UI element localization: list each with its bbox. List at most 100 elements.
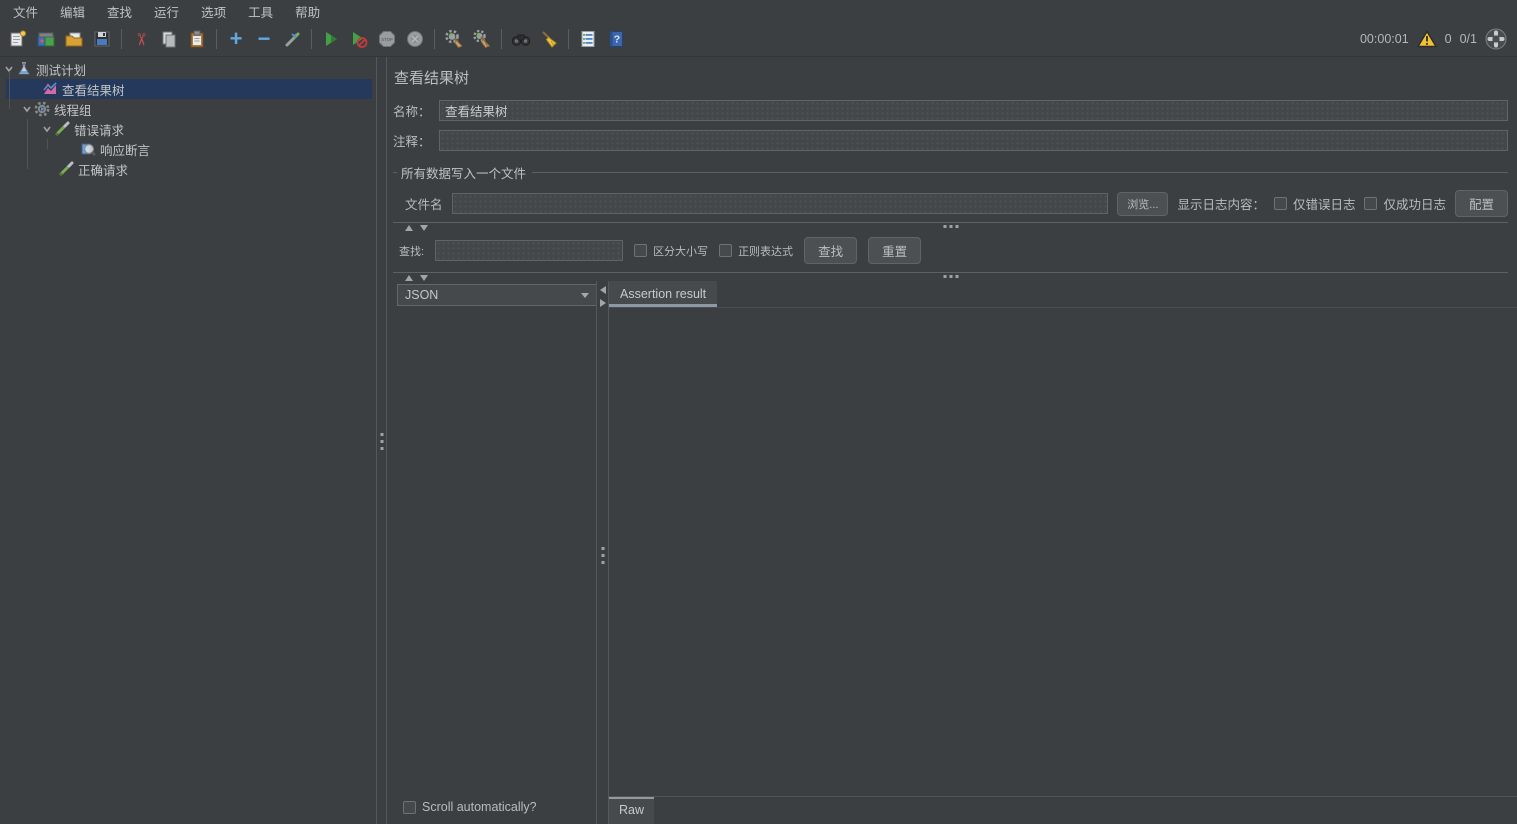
start-no-timers-icon xyxy=(349,29,369,49)
open-button[interactable] xyxy=(61,26,87,52)
tree-guide-line xyxy=(9,71,10,109)
copy-button[interactable] xyxy=(156,26,182,52)
menu-options[interactable]: 选项 xyxy=(190,0,237,24)
splitter-grip xyxy=(943,225,958,228)
filename-input[interactable] xyxy=(452,193,1109,214)
new-file-button[interactable] xyxy=(5,26,31,52)
tree-item-thread-group[interactable]: 线程组 xyxy=(0,99,376,119)
toolbar-separator xyxy=(568,29,569,49)
configure-button[interactable]: 配置 xyxy=(1455,190,1508,217)
render-mode-tab-bar: Raw xyxy=(609,796,1517,824)
tree-item-correct-request[interactable]: 正确请求 xyxy=(0,159,376,179)
start-no-timers-button[interactable] xyxy=(346,26,372,52)
collapse-up-icon[interactable] xyxy=(405,275,413,281)
checkbox-box[interactable] xyxy=(634,244,647,257)
browse-button[interactable]: 浏览... xyxy=(1117,192,1168,216)
regex-checkbox[interactable]: 正则表达式 xyxy=(719,243,793,259)
cut-button[interactable]: ✂ xyxy=(128,26,154,52)
reset-pencil-icon xyxy=(282,29,302,49)
tree-content-splitter[interactable] xyxy=(376,57,387,824)
add-button[interactable]: + xyxy=(223,26,249,52)
horizontal-splitter-top[interactable] xyxy=(393,222,1508,231)
templates-button[interactable] xyxy=(33,26,59,52)
clear-button[interactable] xyxy=(441,26,467,52)
active-threads-count: 0/1 xyxy=(1460,32,1477,46)
group-legend: 所有数据写入一个文件 xyxy=(401,163,526,182)
collapse-left-icon[interactable] xyxy=(600,286,606,294)
renderer-selected-value: JSON xyxy=(405,288,438,302)
function-helper-icon xyxy=(578,29,598,49)
tree-item-view-results-tree[interactable]: 查看结果树 xyxy=(6,79,372,99)
menu-help[interactable]: 帮助 xyxy=(284,0,331,24)
horizontal-splitter-bottom[interactable] xyxy=(393,272,1508,281)
help-button[interactable]: ? xyxy=(603,26,629,52)
menu-edit[interactable]: 编辑 xyxy=(49,0,96,24)
results-vertical-splitter[interactable] xyxy=(596,281,609,824)
checkbox-box[interactable] xyxy=(719,244,732,257)
tab-assertion-result[interactable]: Assertion result xyxy=(609,281,717,307)
tree-guide-line xyxy=(27,119,28,169)
start-button[interactable] xyxy=(318,26,344,52)
remove-button[interactable]: − xyxy=(251,26,277,52)
collapse-down-icon[interactable] xyxy=(420,275,428,281)
paste-button[interactable] xyxy=(184,26,210,52)
tree-item-test-plan[interactable]: 测试计划 xyxy=(0,59,376,79)
save-button[interactable] xyxy=(89,26,115,52)
reset-button[interactable] xyxy=(279,26,305,52)
paste-icon xyxy=(187,29,207,49)
splitter-grip xyxy=(380,433,383,450)
success-only-checkbox[interactable]: 仅成功日志 xyxy=(1364,194,1446,213)
errors-only-checkbox[interactable]: 仅错误日志 xyxy=(1274,194,1356,213)
splitter-collapse-controls xyxy=(405,275,428,281)
case-sensitive-checkbox[interactable]: 区分大小写 xyxy=(634,243,708,259)
test-plan-icon xyxy=(16,61,32,77)
results-region: JSON Scroll automatically? Asserti xyxy=(387,281,1517,824)
menu-run[interactable]: 运行 xyxy=(143,0,190,24)
reset-search-button[interactable]: 重置 xyxy=(868,237,921,264)
splitter-grip xyxy=(943,275,958,278)
stop-button[interactable]: STOP xyxy=(374,26,400,52)
warning-icon[interactable] xyxy=(1417,30,1437,48)
chevron-down-icon[interactable] xyxy=(40,122,54,136)
chevron-down-icon[interactable] xyxy=(20,102,34,116)
tree-item-label: 测试计划 xyxy=(36,60,86,79)
threads-indicator-icon xyxy=(1485,28,1507,50)
name-label: 名称： xyxy=(393,101,439,120)
collapse-right-icon[interactable] xyxy=(600,299,606,307)
tree-item-label: 查看结果树 xyxy=(62,80,125,99)
main-area: 测试计划 查看结果树 线程组 错误请求 响应断言 正确请求 查看 xyxy=(0,57,1517,824)
menu-tools[interactable]: 工具 xyxy=(237,0,284,24)
toolbar-separator xyxy=(311,29,312,49)
shutdown-button[interactable] xyxy=(402,26,428,52)
write-results-group: 所有数据写入一个文件 文件名 浏览... 显示日志内容： 仅错误日志 仅成功日志… xyxy=(393,163,1508,217)
tree-item-label: 线程组 xyxy=(54,100,92,119)
find-button[interactable]: 查找 xyxy=(804,237,857,264)
search-input[interactable] xyxy=(435,240,623,261)
broom-icon xyxy=(539,29,559,49)
tree-item-response-assertion[interactable]: 响应断言 xyxy=(0,139,376,159)
clear-search-button[interactable] xyxy=(536,26,562,52)
name-row: 名称： xyxy=(393,100,1508,121)
menu-file[interactable]: 文件 xyxy=(2,0,49,24)
checkbox-box[interactable] xyxy=(1364,197,1377,210)
renderer-dropdown[interactable]: JSON xyxy=(397,284,597,306)
tree-guide-line xyxy=(47,139,48,149)
thread-group-icon xyxy=(34,101,50,117)
search-label: 查找: xyxy=(399,243,424,259)
tree-item-error-request[interactable]: 错误请求 xyxy=(0,119,376,139)
function-helper-button[interactable] xyxy=(575,26,601,52)
cut-icon: ✂ xyxy=(133,32,150,46)
menu-search[interactable]: 查找 xyxy=(96,0,143,24)
tab-raw[interactable]: Raw xyxy=(609,797,654,824)
collapse-up-icon[interactable] xyxy=(405,225,413,231)
name-input[interactable] xyxy=(439,100,1508,121)
search-row: 查找: 区分大小写 正则表达式 查找 重置 xyxy=(393,237,1508,264)
search-button[interactable] xyxy=(508,26,534,52)
checkbox-box[interactable] xyxy=(403,801,416,814)
checkbox-box[interactable] xyxy=(1274,197,1287,210)
clear-all-button[interactable] xyxy=(469,26,495,52)
scroll-automatically-checkbox[interactable]: Scroll automatically? xyxy=(403,800,596,814)
collapse-down-icon[interactable] xyxy=(420,225,428,231)
comment-input[interactable] xyxy=(439,130,1508,151)
filename-label: 文件名 xyxy=(405,194,443,213)
